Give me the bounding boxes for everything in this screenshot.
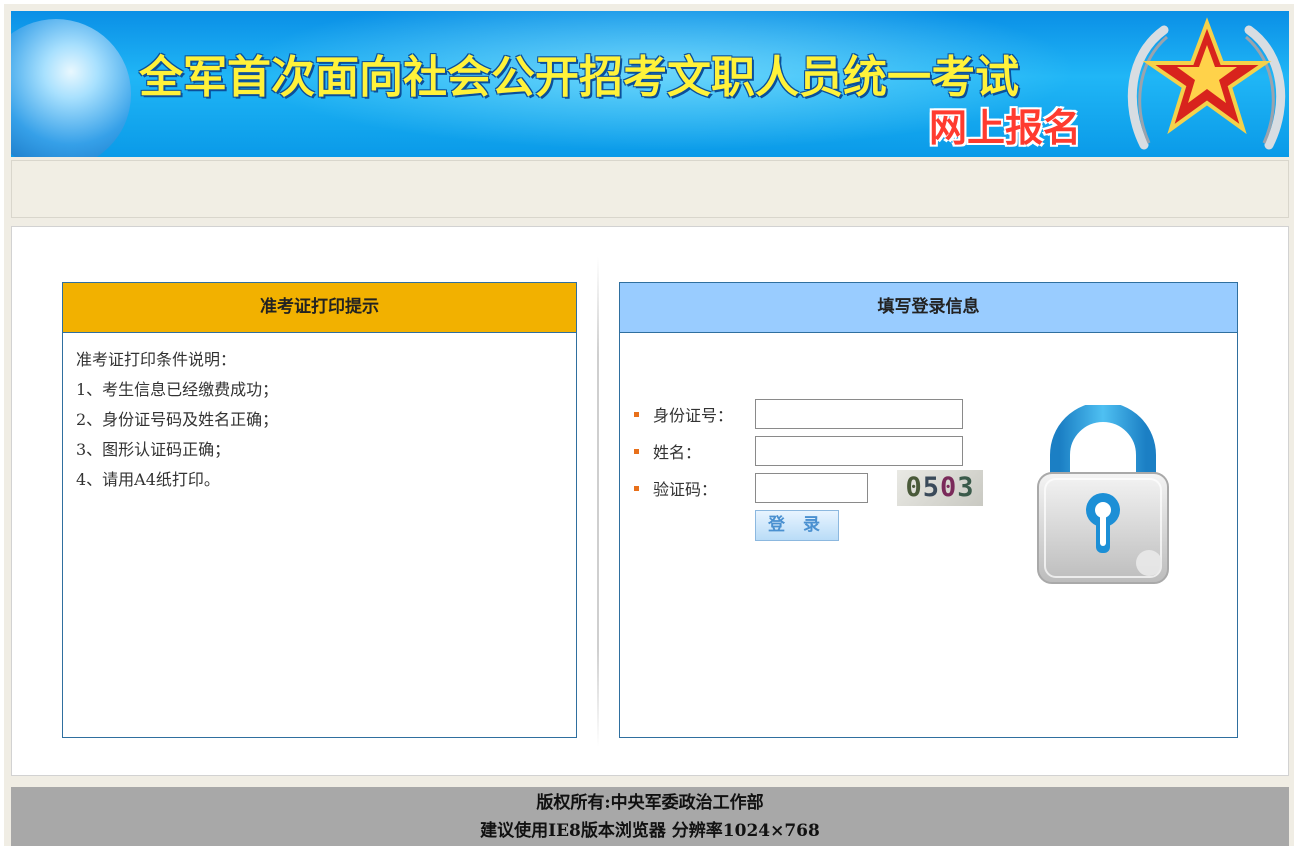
globe-icon [11, 19, 131, 157]
notice-list: 准考证打印条件说明： 1、考生信息已经缴费成功； 2、身份证号码及姓名正确； 3… [63, 333, 576, 495]
admit-card-notice-panel: 准考证打印提示 准考证打印条件说明： 1、考生信息已经缴费成功； 2、身份证号码… [62, 282, 577, 738]
header-banner: 全军首次面向社会公开招考文职人员统一考试 网上报名 [11, 11, 1289, 157]
id-number-label: 身份证号： [653, 406, 734, 425]
notice-panel-title: 准考证打印提示 [63, 283, 576, 333]
bullet-icon [634, 448, 639, 454]
page: 全军首次面向社会公开招考文职人员统一考试 网上报名 准考证打印提示 准考证打印条… [4, 4, 1294, 846]
captcha-char: 0 [905, 472, 923, 503]
notice-line: 1、考生信息已经缴费成功； [76, 380, 279, 399]
captcha-input[interactable] [755, 473, 868, 503]
captcha-row: 验证码： [634, 473, 741, 503]
notice-line: 4、请用A4纸打印。 [76, 470, 220, 489]
login-panel-title: 填写登录信息 [620, 283, 1237, 333]
bullet-icon [634, 411, 639, 417]
banner-title: 全军首次面向社会公开招考文职人员统一考试 [139, 52, 1019, 103]
bullet-icon [634, 485, 639, 491]
captcha-char: 0 [940, 472, 958, 503]
name-row: 姓名： [634, 436, 741, 466]
notice-line: 2、身份证号码及姓名正确； [76, 410, 279, 429]
captcha-char: 5 [922, 472, 940, 503]
army-star-emblem-icon [1127, 17, 1286, 150]
captcha-char: 3 [957, 472, 975, 503]
id-number-row: 身份证号： [634, 399, 741, 429]
vertical-divider [597, 257, 599, 747]
captcha-image[interactable]: 0503 [897, 470, 983, 506]
browser-hint-text: 建议使用IE8版本浏览器 分辨率1024×768 [480, 821, 820, 841]
padlock-icon [1037, 405, 1169, 584]
footer: 版权所有:中央军委政治工作部 建议使用IE8版本浏览器 分辨率1024×768 [11, 787, 1289, 846]
name-input[interactable] [755, 436, 963, 466]
banner-subtitle: 网上报名 [929, 106, 1082, 150]
nav-bar [11, 160, 1289, 218]
notice-line: 3、图形认证码正确； [76, 440, 231, 459]
login-button[interactable]: 登 录 [755, 510, 839, 541]
login-panel: 填写登录信息 身份证号： 姓名： 验证码： 0503 登 录 [619, 282, 1238, 738]
main-content: 准考证打印提示 准考证打印条件说明： 1、考生信息已经缴费成功； 2、身份证号码… [11, 226, 1289, 776]
captcha-label: 验证码： [653, 480, 718, 499]
notice-line: 准考证打印条件说明： [76, 350, 237, 369]
copyright-text: 版权所有:中央军委政治工作部 [536, 793, 764, 813]
name-label: 姓名： [653, 443, 702, 462]
id-number-input[interactable] [755, 399, 963, 429]
